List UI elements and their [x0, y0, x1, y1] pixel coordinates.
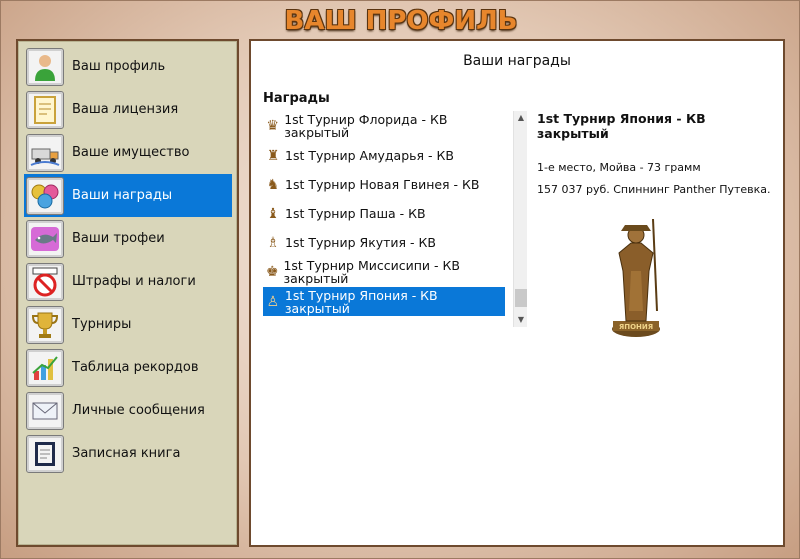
- page-title: ВАШ ПРОФИЛЬ: [284, 6, 518, 36]
- sidebar-item-label: Ваш профиль: [72, 59, 166, 74]
- cup-icon: [26, 305, 64, 344]
- award-prize: 157 037 руб. Спиннинг Panther Путевка.: [537, 183, 771, 196]
- notebook-icon: [26, 434, 64, 473]
- sidebar-item-label: Ваши трофеи: [72, 231, 165, 246]
- sidebar-item-trophies[interactable]: Ваши трофеи: [24, 217, 232, 260]
- list-item-label: 1st Турнир Япония - КВ закрытый: [284, 287, 438, 316]
- list-title: Награды: [263, 91, 330, 106]
- sidebar-item-license[interactable]: Ваша лицензия: [24, 88, 232, 131]
- award-details: 1st Турнир Япония - КВ закрытый 1-е мест…: [537, 111, 777, 196]
- sidebar-item-label: Турниры: [72, 317, 132, 332]
- list-item-label: 1st Турнир Паша - КВ: [285, 206, 426, 221]
- sidebar-item-label: Записная книга: [72, 446, 181, 461]
- list-item-label: 1st Турнир Якутия - КВ: [285, 235, 436, 250]
- chart-icon: [26, 348, 64, 387]
- sidebar-item-label: Таблица рекордов: [72, 360, 199, 375]
- list-item[interactable]: ♜ 1st Турнир Амударья - КВ: [263, 141, 505, 170]
- license-icon: [26, 90, 64, 129]
- sidebar-item-fines[interactable]: Штрафы и налоги: [24, 260, 232, 303]
- sidebar-item-property[interactable]: Ваше имущество: [24, 131, 232, 174]
- sidebar-item-notebook[interactable]: Записная книга: [24, 432, 232, 475]
- list-item-label: 1st Турнир Новая Гвинея - КВ: [285, 177, 480, 192]
- list-item-label: 1st Турнир Миссисипи - КВ закрытый: [283, 257, 460, 286]
- trophy-icon: ♙: [266, 293, 280, 310]
- list-item-label: 1st Турнир Флорида - КВ закрытый: [284, 111, 448, 140]
- main-panel: Ваши награды Награды ♛ 1st Турнир Флорид…: [249, 39, 785, 547]
- sidebar-item-label: Ваше имущество: [72, 145, 190, 160]
- award-place: 1-е место, Мойва - 73 грамм: [537, 161, 701, 174]
- fine-icon: [26, 262, 64, 301]
- list-scrollbar[interactable]: ▲ ▼: [513, 111, 527, 327]
- fish-trophy-icon: [26, 219, 64, 258]
- list-item[interactable]: ♙ 1st Турнир Япония - КВ закрытый: [263, 287, 505, 316]
- panel-title: Ваши награды: [463, 53, 571, 69]
- trophy-base-label: ЯПОНИЯ: [619, 323, 653, 331]
- sidebar-item-tournaments[interactable]: Турниры: [24, 303, 232, 346]
- list-item[interactable]: ♛ 1st Турнир Флорида - КВ закрытый: [263, 111, 505, 140]
- trophy-icon: ♝: [266, 205, 280, 222]
- sidebar: Ваш профиль Ваша лицензия Ваше имущество…: [16, 39, 239, 547]
- sidebar-item-label: Личные сообщения: [72, 403, 205, 418]
- sidebar-item-awards[interactable]: Ваши награды: [24, 174, 232, 217]
- trophy-icon: ♛: [266, 117, 279, 134]
- user-icon: [26, 47, 64, 86]
- sidebar-item-label: Штрафы и налоги: [72, 274, 196, 289]
- sidebar-item-records[interactable]: Таблица рекордов: [24, 346, 232, 389]
- scroll-up-icon[interactable]: ▲: [514, 111, 527, 125]
- award-title: 1st Турнир Япония - КВ закрытый: [537, 111, 706, 141]
- scrollbar-thumb[interactable]: [515, 289, 527, 307]
- trophy-icon: ♜: [266, 147, 280, 164]
- trophy-icon: ♚: [265, 263, 279, 280]
- property-icon: [26, 133, 64, 172]
- window-frame: ВАШ ПРОФИЛЬ Ваш профиль Ваша лицензия Ва…: [0, 0, 800, 559]
- awards-icon: [26, 176, 64, 215]
- awards-list: ♛ 1st Турнир Флорида - КВ закрытый ♜ 1st…: [263, 111, 527, 327]
- samurai-trophy-image: ЯПОНИЯ: [612, 218, 660, 337]
- trophy-icon: ♞: [266, 176, 280, 193]
- trophy-icon: ♗: [266, 234, 280, 251]
- sidebar-item-label: Ваша лицензия: [72, 102, 179, 117]
- sidebar-item-messages[interactable]: Личные сообщения: [24, 389, 232, 432]
- list-item[interactable]: ♚ 1st Турнир Миссисипи - КВ закрытый: [263, 257, 505, 286]
- list-item[interactable]: ♞ 1st Турнир Новая Гвинея - КВ: [263, 170, 505, 199]
- list-item[interactable]: ♝ 1st Турнир Паша - КВ: [263, 199, 505, 228]
- mail-icon: [26, 391, 64, 430]
- sidebar-item-label: Ваши награды: [72, 188, 173, 203]
- list-item-label: 1st Турнир Амударья - КВ: [285, 148, 454, 163]
- list-item[interactable]: ♗ 1st Турнир Якутия - КВ: [263, 228, 505, 257]
- sidebar-item-profile[interactable]: Ваш профиль: [24, 45, 232, 88]
- scroll-down-icon[interactable]: ▼: [514, 313, 527, 327]
